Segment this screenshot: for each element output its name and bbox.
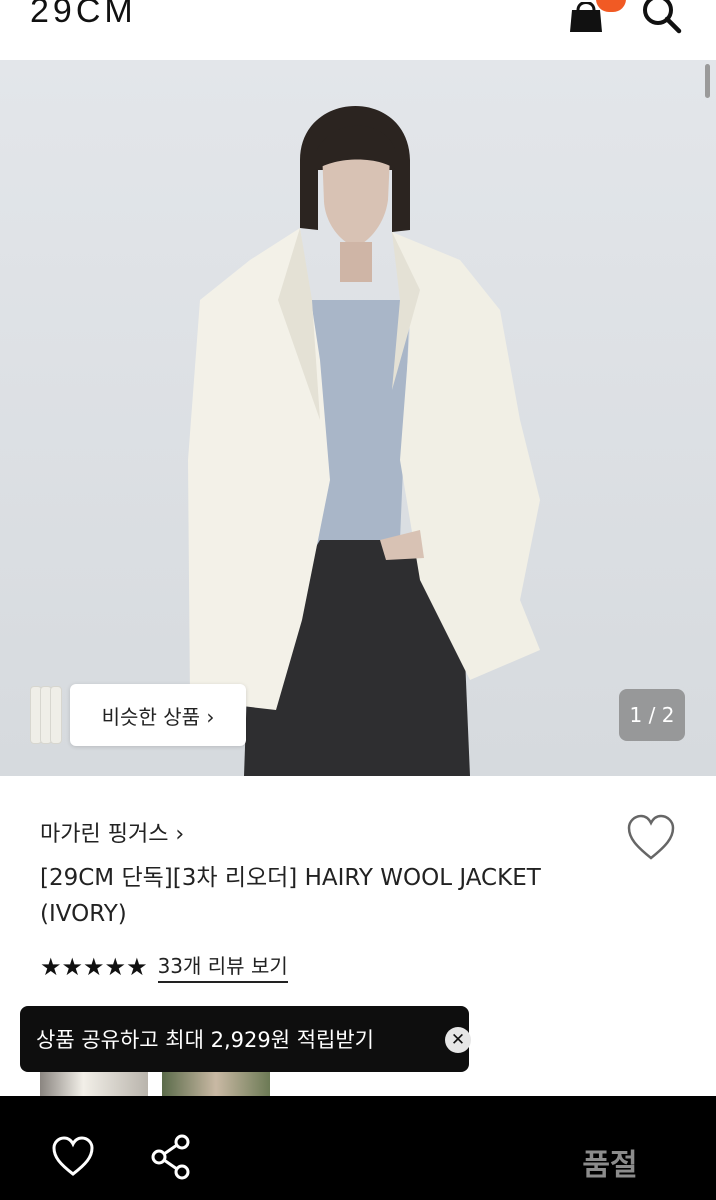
logo[interactable]: 29CM bbox=[30, 0, 137, 31]
soldout-label: 품절 bbox=[582, 1148, 638, 1183]
wishlist-heart-icon[interactable] bbox=[626, 814, 676, 862]
share-reward-toast[interactable]: 상품 공유하고 최대 2,929원 적립받기 ✕ bbox=[20, 1006, 471, 1072]
close-icon[interactable]: ✕ bbox=[445, 1027, 471, 1053]
product-image[interactable] bbox=[0, 60, 716, 776]
brand-link[interactable]: 마가린 핑거스 › bbox=[40, 816, 184, 848]
product-title: [29CM 단독][3차 리오더] HAIRY WOOL JACKET (IVO… bbox=[40, 865, 541, 927]
heart-outline-icon[interactable] bbox=[50, 1136, 96, 1178]
rating-row: ★★★★★ 33개 리뷰 보기 bbox=[40, 950, 288, 983]
toast-message: 상품 공유하고 최대 2,929원 적립받기 bbox=[36, 1028, 374, 1052]
top-header: 29CM bbox=[0, 0, 716, 60]
product-page: 29CM 비슷한 상품 › 1 / 2 마가린 핑거스 › [29CM 단독][… bbox=[0, 0, 716, 1200]
brand-name[interactable]: 마가린 핑거스 › bbox=[40, 816, 184, 848]
share-icon[interactable] bbox=[150, 1134, 192, 1180]
image-counter: 1 / 2 bbox=[619, 689, 685, 741]
reviews-link[interactable]: 33개 리뷰 보기 bbox=[157, 950, 288, 983]
bottom-action-bar: 품절 bbox=[0, 1096, 716, 1200]
similar-products-label[interactable]: 비슷한 상품 › bbox=[70, 684, 246, 746]
similar-products-button[interactable]: 비슷한 상품 › bbox=[30, 684, 246, 746]
star-rating: ★★★★★ bbox=[40, 952, 148, 981]
scrollbar[interactable] bbox=[705, 64, 710, 98]
search-icon[interactable] bbox=[640, 0, 684, 36]
